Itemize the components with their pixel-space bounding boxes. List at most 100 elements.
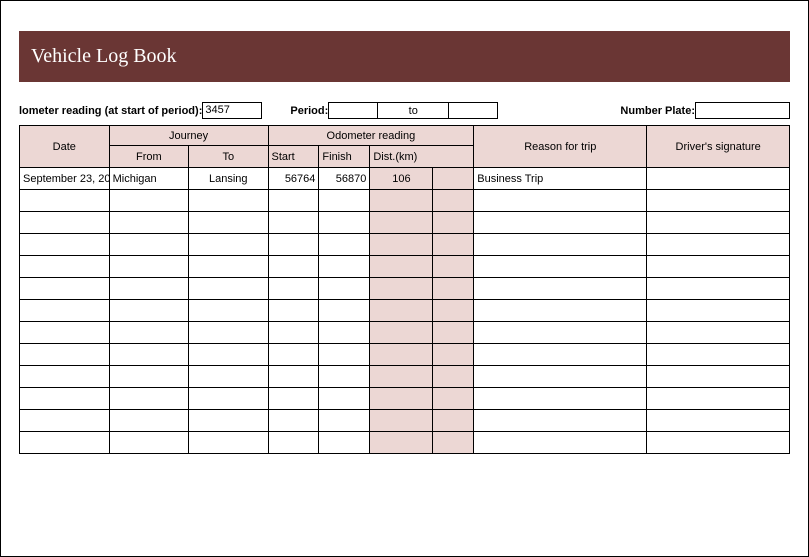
cell-from[interactable]	[109, 234, 188, 256]
cell-date[interactable]	[20, 212, 110, 234]
cell-dist[interactable]	[370, 300, 433, 322]
cell-date[interactable]	[20, 234, 110, 256]
cell-sig[interactable]	[647, 366, 790, 388]
cell-start[interactable]	[268, 256, 319, 278]
cell-start[interactable]	[268, 322, 319, 344]
cell-sig[interactable]	[647, 388, 790, 410]
cell-reason[interactable]	[474, 366, 647, 388]
cell-date[interactable]	[20, 322, 110, 344]
cell-from[interactable]	[109, 256, 188, 278]
cell-dist[interactable]	[370, 410, 433, 432]
cell-date[interactable]	[20, 432, 110, 454]
cell-reason[interactable]	[474, 300, 647, 322]
cell-dist[interactable]	[370, 234, 433, 256]
cell-reason[interactable]	[474, 190, 647, 212]
cell-from[interactable]	[109, 388, 188, 410]
cell-sig[interactable]	[647, 322, 790, 344]
cell-finish[interactable]	[319, 322, 370, 344]
cell-from[interactable]	[109, 432, 188, 454]
cell-date[interactable]	[20, 190, 110, 212]
cell-from[interactable]	[109, 212, 188, 234]
cell-to[interactable]	[189, 432, 268, 454]
cell-from[interactable]	[109, 322, 188, 344]
cell-start[interactable]	[268, 432, 319, 454]
cell-to[interactable]	[189, 366, 268, 388]
cell-to[interactable]: Lansing	[189, 168, 268, 190]
cell-dist[interactable]	[370, 190, 433, 212]
cell-date[interactable]	[20, 410, 110, 432]
cell-reason[interactable]	[474, 410, 647, 432]
cell-date[interactable]	[20, 278, 110, 300]
plate-input[interactable]	[695, 102, 790, 119]
cell-start[interactable]	[268, 366, 319, 388]
cell-to[interactable]	[189, 278, 268, 300]
cell-from[interactable]	[109, 366, 188, 388]
cell-sig[interactable]	[647, 300, 790, 322]
cell-sig[interactable]	[647, 278, 790, 300]
cell-to[interactable]	[189, 234, 268, 256]
cell-date[interactable]	[20, 388, 110, 410]
cell-dist[interactable]	[370, 366, 433, 388]
cell-finish[interactable]	[319, 410, 370, 432]
cell-finish[interactable]	[319, 278, 370, 300]
cell-from[interactable]	[109, 300, 188, 322]
cell-to[interactable]	[189, 388, 268, 410]
cell-start[interactable]: 56764	[268, 168, 319, 190]
cell-finish[interactable]: 56870	[319, 168, 370, 190]
period-from-input[interactable]	[328, 102, 378, 119]
cell-start[interactable]	[268, 190, 319, 212]
cell-dist[interactable]	[370, 256, 433, 278]
cell-to[interactable]	[189, 256, 268, 278]
cell-reason[interactable]	[474, 278, 647, 300]
cell-sig[interactable]	[647, 410, 790, 432]
cell-reason[interactable]	[474, 212, 647, 234]
cell-from[interactable]	[109, 344, 188, 366]
cell-start[interactable]	[268, 278, 319, 300]
cell-reason[interactable]	[474, 322, 647, 344]
cell-to[interactable]	[189, 410, 268, 432]
cell-finish[interactable]	[319, 256, 370, 278]
cell-date[interactable]	[20, 366, 110, 388]
cell-dist[interactable]	[370, 388, 433, 410]
cell-dist[interactable]	[370, 322, 433, 344]
cell-finish[interactable]	[319, 300, 370, 322]
odometer-input[interactable]: 3457	[202, 102, 262, 119]
cell-sig[interactable]	[647, 234, 790, 256]
cell-start[interactable]	[268, 344, 319, 366]
cell-to[interactable]	[189, 190, 268, 212]
cell-dist[interactable]	[370, 344, 433, 366]
cell-finish[interactable]	[319, 234, 370, 256]
cell-from[interactable]: Michigan	[109, 168, 188, 190]
cell-reason[interactable]: Business Trip	[474, 168, 647, 190]
cell-start[interactable]	[268, 388, 319, 410]
period-to-input[interactable]	[448, 102, 498, 119]
cell-reason[interactable]	[474, 388, 647, 410]
cell-start[interactable]	[268, 212, 319, 234]
cell-date[interactable]	[20, 344, 110, 366]
cell-start[interactable]	[268, 410, 319, 432]
cell-finish[interactable]	[319, 344, 370, 366]
cell-sig[interactable]	[647, 432, 790, 454]
cell-dist[interactable]: 106	[370, 168, 433, 190]
cell-date[interactable]	[20, 256, 110, 278]
cell-to[interactable]	[189, 344, 268, 366]
cell-reason[interactable]	[474, 234, 647, 256]
cell-dist[interactable]	[370, 432, 433, 454]
cell-reason[interactable]	[474, 344, 647, 366]
cell-finish[interactable]	[319, 366, 370, 388]
cell-sig[interactable]	[647, 256, 790, 278]
cell-reason[interactable]	[474, 256, 647, 278]
cell-dist[interactable]	[370, 212, 433, 234]
cell-finish[interactable]	[319, 190, 370, 212]
cell-sig[interactable]	[647, 212, 790, 234]
cell-from[interactable]	[109, 190, 188, 212]
cell-finish[interactable]	[319, 432, 370, 454]
cell-dist[interactable]	[370, 278, 433, 300]
cell-finish[interactable]	[319, 388, 370, 410]
cell-start[interactable]	[268, 300, 319, 322]
cell-finish[interactable]	[319, 212, 370, 234]
cell-to[interactable]	[189, 322, 268, 344]
cell-from[interactable]	[109, 410, 188, 432]
cell-to[interactable]	[189, 300, 268, 322]
cell-reason[interactable]	[474, 432, 647, 454]
